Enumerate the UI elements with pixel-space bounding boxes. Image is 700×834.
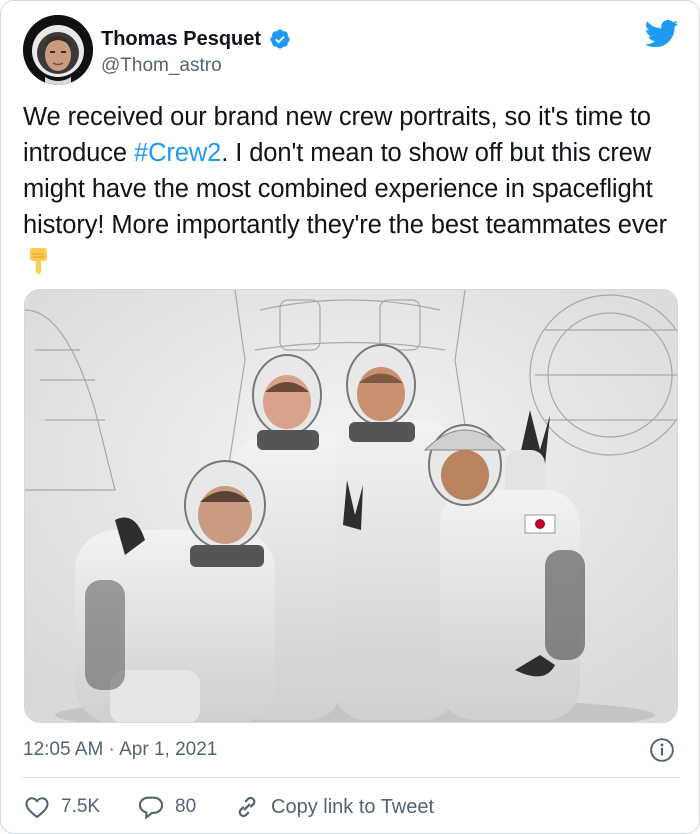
tweet-actions: 7.5K 80 Copy link to Tweet xyxy=(23,791,679,823)
display-name[interactable]: Thomas Pesquet xyxy=(101,27,261,51)
pointing-down-emoji-icon xyxy=(30,248,47,274)
tweet-header: Thomas Pesquet @Thom_astro xyxy=(23,15,679,87)
hashtag-link[interactable]: #Crew2 xyxy=(134,139,221,167)
copy-link-button[interactable]: Copy link to Tweet xyxy=(233,791,434,823)
verified-badge-icon xyxy=(269,29,290,49)
crew-photo-image xyxy=(25,290,677,722)
info-icon[interactable] xyxy=(649,737,675,763)
copy-link-label: Copy link to Tweet xyxy=(271,795,435,818)
like-count: 7.5K xyxy=(61,796,101,817)
tweet-text: We received our brand new crew portraits… xyxy=(23,99,673,279)
reply-button[interactable]: 80 xyxy=(137,791,196,823)
reply-count: 80 xyxy=(175,796,197,817)
twitter-bird-icon[interactable] xyxy=(645,19,679,49)
tweet-card: Thomas Pesquet @Thom_astro We received o… xyxy=(0,0,700,834)
link-icon xyxy=(238,796,256,818)
heart-icon xyxy=(25,797,49,819)
tweet-photo[interactable] xyxy=(24,289,678,723)
avatar[interactable] xyxy=(23,15,93,85)
divider xyxy=(23,777,679,778)
handle[interactable]: @Thom_astro xyxy=(101,53,291,79)
timestamp[interactable]: 12:05 AM · Apr 1, 2021 xyxy=(23,739,217,760)
tweet-meta: 12:05 AM · Apr 1, 2021 xyxy=(23,737,679,765)
reply-bubble-icon xyxy=(138,796,164,820)
like-button[interactable]: 7.5K xyxy=(23,791,100,823)
author-names: Thomas Pesquet @Thom_astro xyxy=(101,27,291,79)
